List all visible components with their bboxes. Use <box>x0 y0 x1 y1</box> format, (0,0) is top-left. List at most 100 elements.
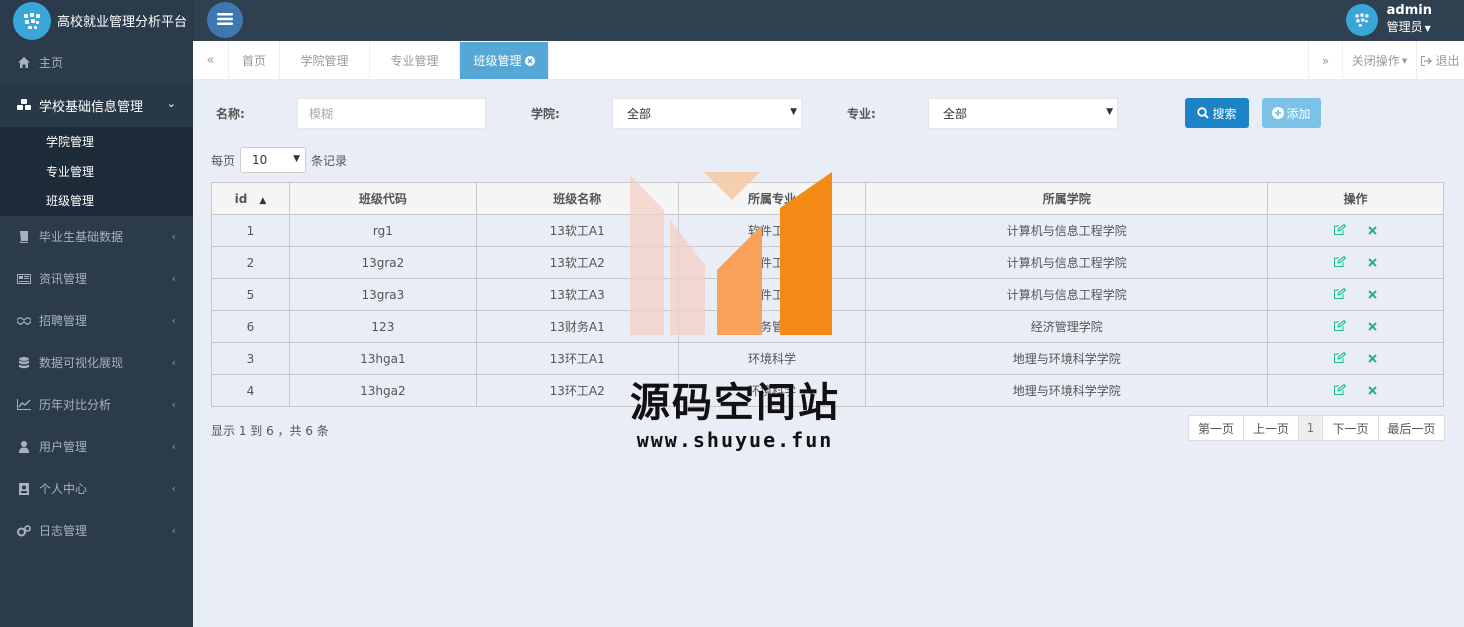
cell-name: 13软工A3 <box>475 278 679 311</box>
sidebar-item-logs[interactable]: 日志管理 ‹ <box>0 510 193 552</box>
tab-home[interactable]: 首页 <box>229 41 280 80</box>
cell-major: 软件工程 <box>677 278 867 311</box>
close-tab-icon[interactable] <box>524 55 535 66</box>
chevron-down-icon: ⌄ <box>166 97 176 110</box>
tabs-scroll-right-button[interactable]: » <box>1308 41 1342 80</box>
sidebar-item-label: 资讯管理 <box>39 272 88 286</box>
logout-button[interactable]: 退出 <box>1416 41 1464 80</box>
major-select[interactable]: 全部 ▼ <box>928 98 1118 129</box>
search-button[interactable]: 搜索 <box>1185 98 1249 128</box>
sort-asc-icon: ▲ <box>259 195 267 206</box>
cell-code: 13gra3 <box>288 278 477 311</box>
college-select[interactable]: 全部 ▼ <box>612 98 802 129</box>
delete-icon[interactable] <box>1368 224 1377 238</box>
delete-icon[interactable] <box>1368 352 1377 366</box>
pagination-summary: 显示 1 到 6 ，共 6 条 <box>211 424 329 438</box>
last-page-button[interactable]: 最后一页 <box>1378 415 1445 441</box>
user-menu[interactable]: admin 管理员 ▼ <box>1345 3 1432 37</box>
sidebar-subitem-college[interactable]: 学院管理 <box>0 127 193 157</box>
sidebar-subitem-class[interactable]: 班级管理 <box>0 186 193 216</box>
college-filter-label: 学院: <box>531 107 560 121</box>
tab-class[interactable]: 班级管理 <box>460 42 549 79</box>
sidebar-item-visualization[interactable]: 数据可视化展现 ‹ <box>0 342 193 384</box>
tabs-scroll-left-button[interactable]: « <box>193 41 229 80</box>
column-header-id[interactable]: id ▲ <box>211 182 290 215</box>
cell-id: 3 <box>211 342 290 375</box>
chevron-left-icon: ‹ <box>171 271 176 285</box>
edit-icon[interactable] <box>1334 319 1347 334</box>
column-header-college[interactable]: 所属学院 <box>865 182 1269 215</box>
sidebar-item-users[interactable]: 用户管理 ‹ <box>0 426 193 468</box>
sidebar-item-label: 历年对比分析 <box>39 398 112 412</box>
sign-out-icon <box>1421 55 1433 66</box>
cell-id: 1 <box>211 214 290 247</box>
prev-page-button[interactable]: 上一页 <box>1243 415 1299 441</box>
cell-actions <box>1267 310 1444 343</box>
cell-name: 13软工A2 <box>475 246 679 279</box>
cell-name: 13财务A1 <box>475 310 679 343</box>
add-button[interactable]: 添加 <box>1262 98 1321 128</box>
menu-toggle-button[interactable] <box>207 2 243 38</box>
close-operations-dropdown[interactable]: 关闭操作 ▼ <box>1342 41 1416 80</box>
cell-actions <box>1267 342 1444 375</box>
cell-name: 13环工A2 <box>475 374 679 407</box>
cell-college: 计算机与信息工程学院 <box>865 214 1269 247</box>
per-page-suffix: 条记录 <box>311 153 348 168</box>
edit-icon[interactable] <box>1334 223 1347 238</box>
delete-icon[interactable] <box>1368 320 1377 334</box>
pagination: 第一页 上一页 1 下一页 最后一页 <box>1188 415 1445 441</box>
sidebar-item-home[interactable]: 主页 <box>0 41 193 83</box>
class-table: id ▲ 班级代码 班级名称 所属专业 所属学院 操作 1 rg1 13软工A1 软件工… <box>211 182 1444 407</box>
close-ops-label: 关闭操作 <box>1351 54 1400 68</box>
edit-icon[interactable] <box>1334 383 1347 398</box>
delete-icon[interactable] <box>1368 384 1377 398</box>
major-select-value: 全部 <box>943 107 968 121</box>
sidebar-item-label: 数据可视化展现 <box>39 356 124 370</box>
per-page-prefix: 每页 <box>211 153 236 168</box>
cell-college: 经济管理学院 <box>865 310 1269 343</box>
book-icon <box>17 230 31 243</box>
chevron-left-icon: ‹ <box>171 523 176 537</box>
column-header-major[interactable]: 所属专业 <box>677 182 867 215</box>
edit-icon[interactable] <box>1334 351 1347 366</box>
tab-college[interactable]: 学院管理 <box>280 41 370 80</box>
page-size-select[interactable]: 10 ▼ <box>240 147 307 173</box>
sidebar-subitem-major[interactable]: 专业管理 <box>0 157 193 187</box>
chevron-left-icon: ‹ <box>171 355 176 369</box>
sidebar-item-recruit[interactable]: 招聘管理 ‹ <box>0 300 193 342</box>
next-page-button[interactable]: 下一页 <box>1322 415 1379 441</box>
page-number-button[interactable]: 1 <box>1298 415 1323 441</box>
column-header-name[interactable]: 班级名称 <box>475 182 679 215</box>
sidebar-item-school-info[interactable]: 学校基础信息管理 ⌄ <box>0 83 193 127</box>
table-row: 6 123 13财务A1 财务管理 经济管理学院 <box>211 310 1444 343</box>
sidebar-item-profile[interactable]: 个人中心 ‹ <box>0 468 193 510</box>
cell-actions <box>1267 374 1444 407</box>
first-page-button[interactable]: 第一页 <box>1188 415 1244 441</box>
sidebar-item-label: 主页 <box>39 55 64 70</box>
user-role-dropdown[interactable]: 管理员 ▼ <box>1387 19 1432 37</box>
delete-icon[interactable] <box>1368 288 1377 302</box>
cell-code: 13hga2 <box>288 374 477 407</box>
cell-actions <box>1267 246 1444 279</box>
edit-icon[interactable] <box>1334 287 1347 302</box>
column-header-actions: 操作 <box>1267 182 1444 215</box>
sidebar-item-label: 用户管理 <box>39 440 88 454</box>
cell-id: 5 <box>211 278 290 311</box>
caret-down-icon: ▼ <box>1401 56 1408 65</box>
column-header-code[interactable]: 班级代码 <box>288 182 477 215</box>
sidebar-item-news[interactable]: 资讯管理 ‹ <box>0 258 193 300</box>
edit-icon[interactable] <box>1334 255 1347 270</box>
tabs-right-tools: » 关闭操作 ▼ 退出 <box>1308 41 1464 80</box>
cell-major: 环境科学 <box>677 374 867 407</box>
cell-code: 13hga1 <box>288 342 477 375</box>
table-row: 4 13hga2 13环工A2 环境科学 地理与环境科学学院 <box>211 374 1444 407</box>
sidebar-item-label: 毕业生基础数据 <box>39 230 124 244</box>
user-icon <box>17 440 31 453</box>
delete-icon[interactable] <box>1368 256 1377 270</box>
caret-down-icon: ▼ <box>1424 24 1431 33</box>
sidebar-item-history-compare[interactable]: 历年对比分析 ‹ <box>0 384 193 426</box>
name-search-input[interactable]: 模糊 <box>297 98 486 129</box>
page-tabs: 首页 学院管理 专业管理 班级管理 <box>229 41 549 80</box>
tab-major[interactable]: 专业管理 <box>370 41 460 80</box>
sidebar-item-graduate-data[interactable]: 毕业生基础数据 ‹ <box>0 216 193 258</box>
